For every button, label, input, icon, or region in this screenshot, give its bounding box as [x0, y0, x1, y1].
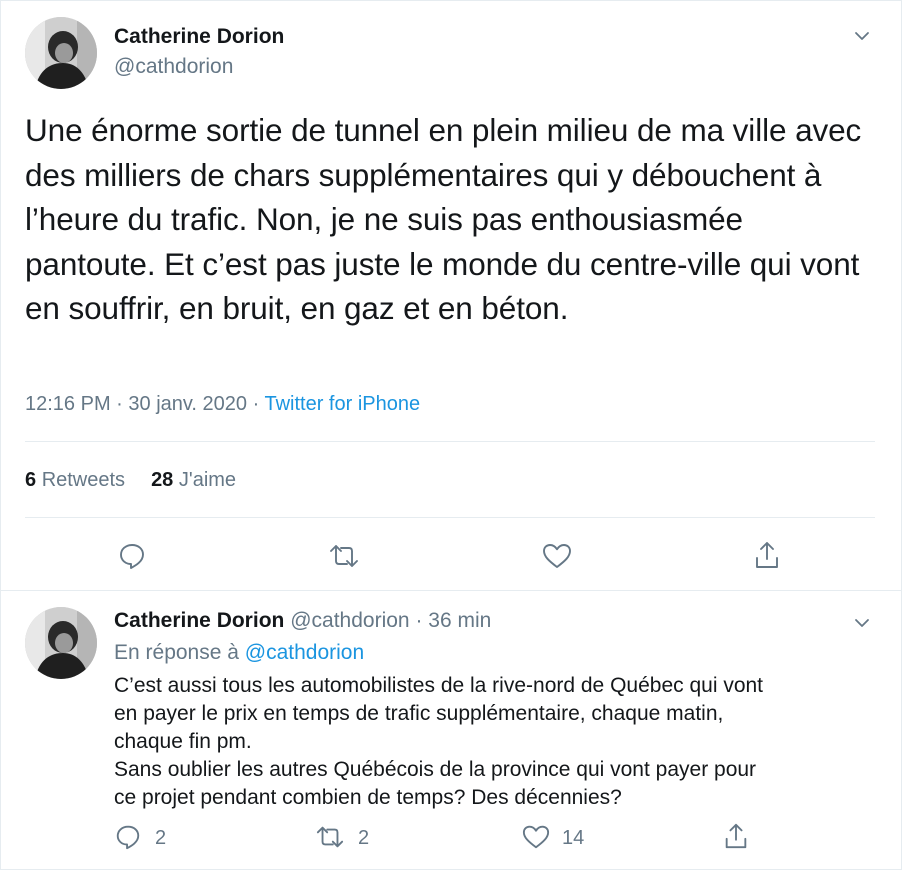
likes-count: 28	[151, 469, 174, 491]
avatar[interactable]	[25, 17, 97, 89]
tweet-meta: 12:16 PM · 30 janv. 2020 · Twitter for i…	[25, 393, 420, 416]
author-name[interactable]: Catherine Dorion	[114, 609, 284, 632]
retweet-icon[interactable]	[327, 541, 361, 571]
reply-text-line: Sans oublier les autres Québécois de la …	[114, 758, 757, 781]
meta-separator: ·	[252, 393, 260, 415]
retweet-count: 2	[358, 827, 370, 849]
like-count: 14	[562, 827, 585, 849]
author-name[interactable]: Catherine Dorion	[114, 25, 284, 49]
reply-time[interactable]: 36 min	[428, 609, 491, 632]
likes-stat[interactable]: 28 J'aime	[151, 469, 236, 491]
engagement-stats: 6 Retweets 28 J'aime	[25, 469, 236, 492]
divider	[25, 441, 875, 442]
avatar-photo	[25, 17, 97, 89]
reply-text-line: chaque fin pm.	[114, 730, 252, 753]
avatar[interactable]	[25, 607, 97, 679]
reply-text-line: C’est aussi tous les automobilistes de l…	[114, 674, 764, 697]
retweet-icon[interactable]	[314, 823, 346, 851]
chevron-down-icon[interactable]	[851, 612, 873, 634]
chevron-down-icon[interactable]	[851, 25, 873, 47]
meta-separator: ·	[415, 609, 423, 632]
author-handle[interactable]: @cathdorion	[114, 55, 233, 79]
retweets-stat[interactable]: 6 Retweets	[25, 469, 125, 491]
reply-icon[interactable]	[114, 823, 142, 851]
tweet-source-link[interactable]: Twitter for iPhone	[264, 393, 420, 415]
reply-count: 2	[155, 827, 167, 849]
tweet-date[interactable]: 30 janv. 2020	[128, 393, 247, 415]
reply-icon[interactable]	[117, 541, 147, 571]
share-icon[interactable]	[752, 539, 782, 571]
tweet-time[interactable]: 12:16 PM	[25, 393, 111, 415]
in-reply-mention[interactable]: @cathdorion	[245, 641, 364, 664]
in-reply-prefix: En réponse à	[114, 641, 239, 664]
in-reply-to: En réponse à @cathdorion	[114, 641, 364, 665]
avatar-photo	[25, 607, 97, 679]
reply-text-line: en payer le prix en temps de trafic supp…	[114, 702, 724, 725]
share-icon[interactable]	[722, 821, 750, 851]
meta-separator: ·	[116, 393, 123, 415]
retweets-count: 6	[25, 469, 37, 491]
like-icon[interactable]	[541, 541, 573, 571]
likes-label: J'aime	[178, 469, 237, 491]
reply-text-line: ce projet pendant combien de temps? Des …	[114, 786, 622, 809]
reply-text: C’est aussi tous les automobilistes de l…	[114, 672, 874, 812]
author-handle[interactable]: @cathdorion	[290, 609, 409, 632]
retweets-label: Retweets	[41, 469, 126, 491]
reply-header: Catherine Dorion @cathdorion · 36 min	[114, 609, 491, 633]
divider	[25, 517, 875, 518]
like-icon[interactable]	[521, 823, 551, 851]
main-tweet: Catherine Dorion @cathdorion Une énorme …	[0, 0, 902, 591]
tweet-text: Une énorme sortie de tunnel en plein mil…	[25, 112, 862, 326]
